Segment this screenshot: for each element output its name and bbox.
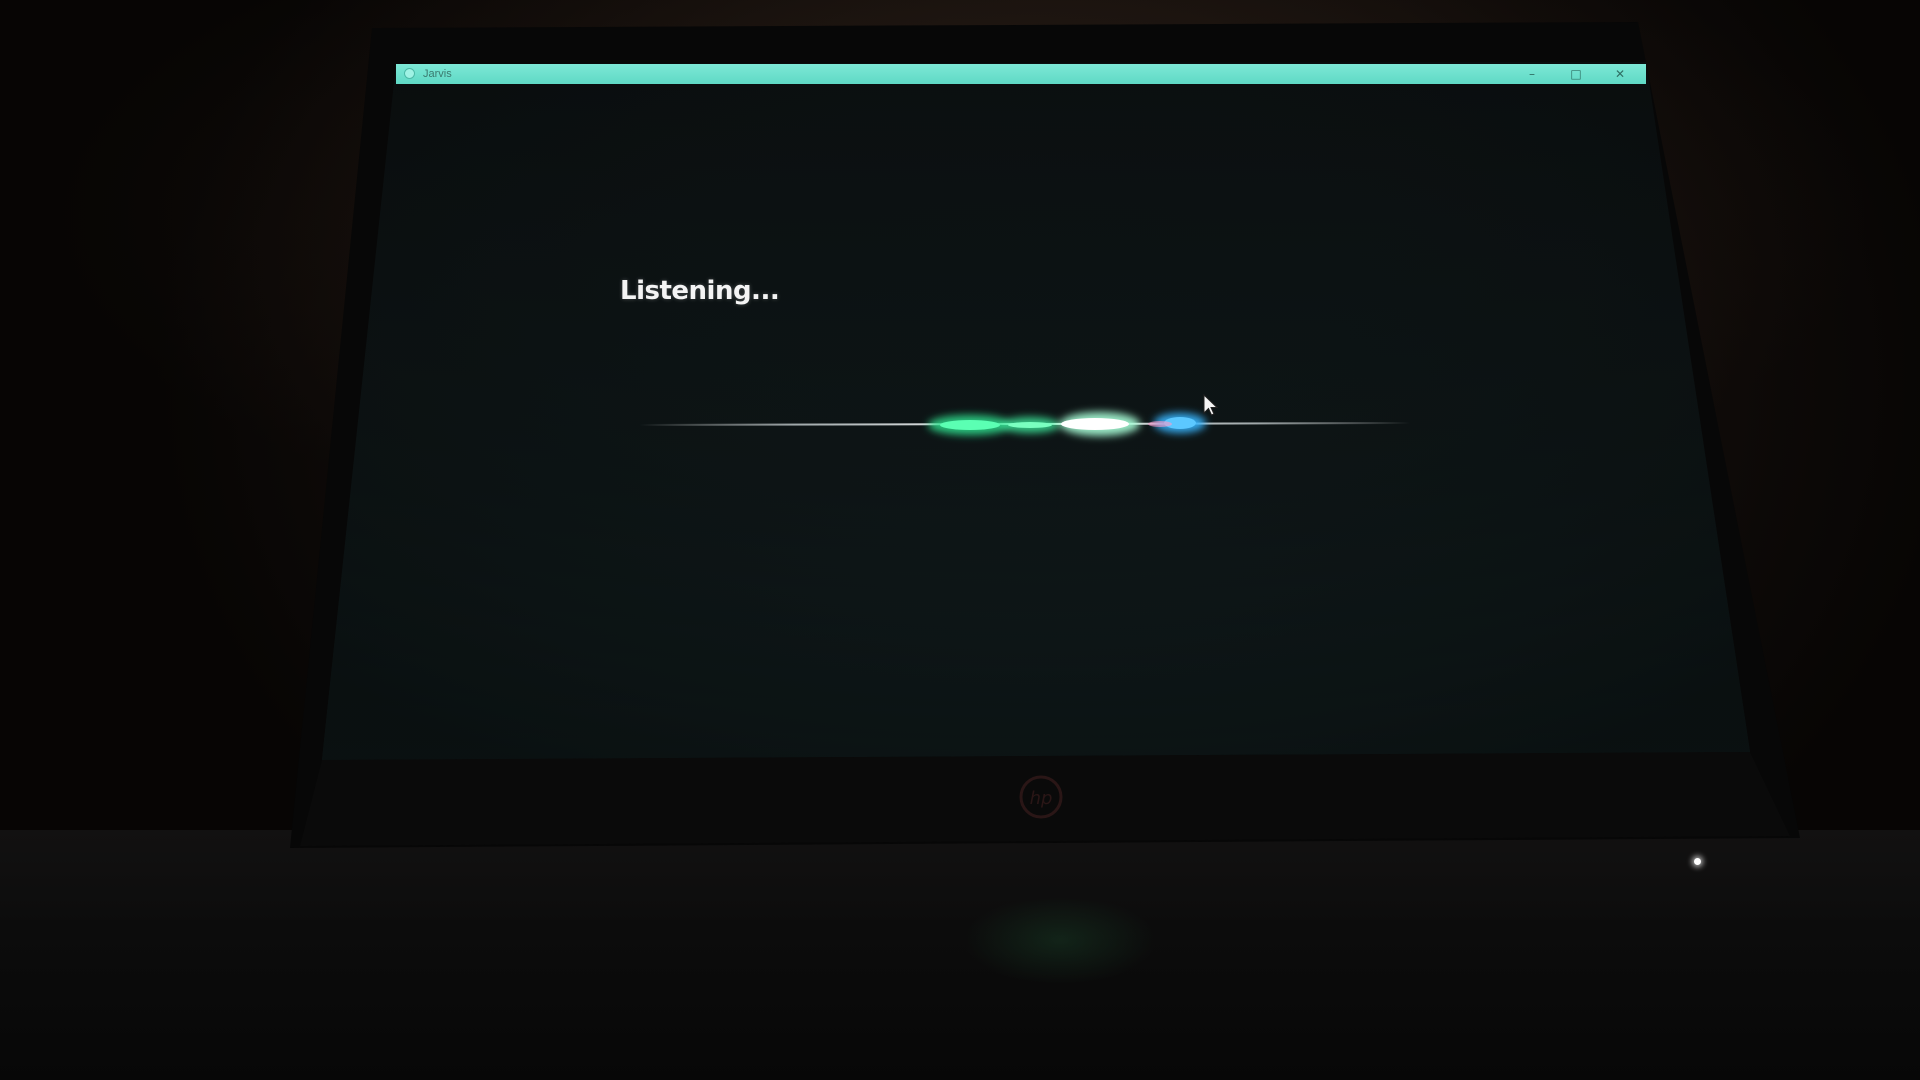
mouse-pointer-icon	[1203, 394, 1219, 416]
minimize-button[interactable]: –	[1512, 64, 1552, 84]
maximize-button[interactable]: □	[1556, 64, 1596, 84]
close-button[interactable]: ✕	[1600, 64, 1640, 84]
voice-waveform	[640, 412, 1410, 436]
jarvis-app-icon	[404, 68, 415, 79]
listening-status-text: Listening...	[620, 276, 780, 306]
hp-logo-icon: hp	[1019, 775, 1063, 819]
window-title: Jarvis	[423, 68, 452, 80]
photo-scene: Jarvis – □ ✕ Listening... hp	[0, 0, 1920, 1080]
svg-text:hp: hp	[1030, 788, 1053, 809]
window-titlebar[interactable]: Jarvis – □ ✕	[396, 64, 1646, 84]
laptop-bezel	[0, 0, 1920, 1080]
